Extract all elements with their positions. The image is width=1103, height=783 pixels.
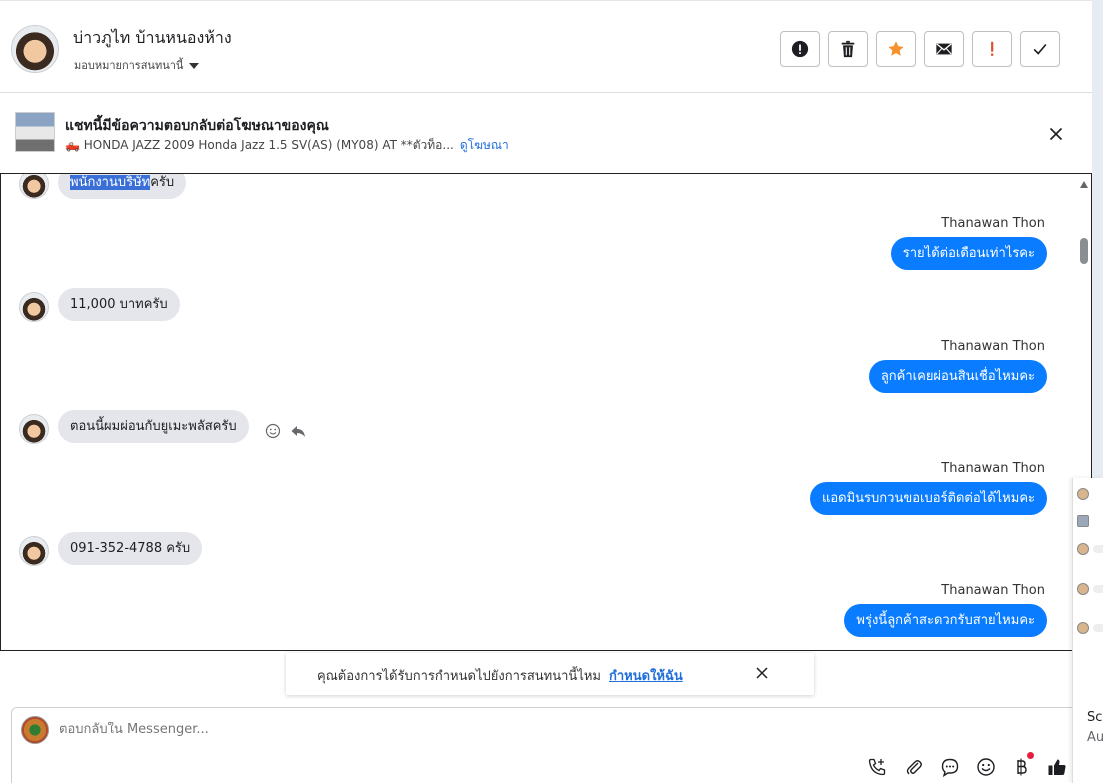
ad-reply-banner: แชทนี้มีข้อความตอบกลับต่อโฆษณาของคุณ 🛻 H…: [0, 93, 1092, 173]
incoming-message[interactable]: ตอนนี้ผมผ่อนกับยูเมะพลัสครับ: [58, 410, 249, 443]
ad-banner-title: แชทนี้มีข้อความตอบกลับต่อโฆษณาของคุณ: [65, 118, 329, 134]
conversation-header: บ่าวภูไท บ้านหนองห้าง มอบหมายการสนทนานี้: [0, 0, 1092, 93]
sender-name: Thanawan Thon: [941, 216, 1045, 231]
message-text: ครับ: [150, 175, 175, 190]
star-icon: [888, 41, 904, 56]
alert-circle-icon: [791, 40, 809, 58]
sender-name: Thanawan Thon: [941, 583, 1045, 598]
payment-button[interactable]: [1010, 756, 1032, 778]
baht-icon: [1017, 758, 1027, 776]
preview-row: [1077, 581, 1103, 597]
customer-avatar[interactable]: [19, 536, 49, 566]
contact-avatar[interactable]: [11, 25, 59, 73]
thumbs-up-icon: [1048, 759, 1066, 775]
preview-avatar: [1077, 622, 1089, 634]
contact-name[interactable]: บ่าวภูไท บ้านหนองห้าง: [73, 26, 232, 51]
follow-up-button[interactable]: [972, 31, 1012, 67]
reply-input[interactable]: [59, 722, 759, 737]
ad-thumbnail[interactable]: [15, 112, 55, 152]
ad-banner-subtitle: 🛻 HONDA JAZZ 2009 Honda Jazz 1.5 SV(AS) …: [65, 136, 509, 155]
preview-avatar: [1077, 543, 1089, 555]
smiley-icon: [977, 758, 995, 776]
customer-avatar[interactable]: [19, 174, 49, 199]
scroll-up-arrow-icon[interactable]: [1080, 181, 1088, 188]
preview-bubble: [1093, 585, 1103, 593]
message-thread[interactable]: พนักงานบริษัทครับ Thanawan Thon รายได้ต่…: [0, 173, 1092, 651]
chat-bubble-icon: [941, 758, 959, 777]
mark-done-button[interactable]: [1020, 31, 1060, 67]
preview-row: [1077, 541, 1103, 557]
reply-icon[interactable]: [290, 423, 306, 439]
customer-avatar[interactable]: [19, 292, 49, 322]
notification-dot: [1027, 752, 1034, 759]
preview-row: [1077, 620, 1103, 636]
paperclip-icon: [906, 760, 922, 775]
inbox-conversation-view: บ่าวภูไท บ้านหนองห้าง มอบหมายการสนทนานี้…: [0, 0, 1103, 783]
preview-bubble: [1093, 624, 1103, 632]
react-emoji-icon[interactable]: [265, 423, 281, 439]
mark-spam-button[interactable]: [780, 31, 820, 67]
outgoing-message[interactable]: พรุ่งนี้ลูกค้าสะดวกรับสายไหมคะ: [844, 604, 1047, 637]
exclamation-icon: [991, 41, 994, 56]
attach-button[interactable]: [903, 756, 925, 778]
preview-row: [1077, 486, 1103, 502]
caret-down-icon: [189, 63, 200, 69]
saved-replies-button[interactable]: [939, 756, 961, 778]
message-composer: [11, 707, 1081, 783]
phone-plus-icon: [868, 758, 886, 776]
envelope-icon: [936, 43, 952, 55]
incoming-message[interactable]: 091-352-4788 ครับ: [58, 532, 203, 565]
preview-row: [1077, 513, 1103, 529]
close-icon[interactable]: [1046, 124, 1066, 144]
incoming-message[interactable]: พนักงานบริษัทครับ: [58, 174, 187, 199]
outgoing-message[interactable]: รายได้ต่อเดือนเท่าไรคะ: [890, 237, 1047, 270]
star-button[interactable]: [876, 31, 916, 67]
delete-button[interactable]: [828, 31, 868, 67]
toast-message: คุณต้องการได้รับการกำหนดไปยังการสนทนานี้…: [317, 665, 683, 686]
side-preview-panel[interactable]: Scr Au: [1072, 478, 1103, 783]
scrollbar-thumb[interactable]: [1080, 238, 1088, 264]
mark-unread-button[interactable]: [924, 31, 964, 67]
toast-text: คุณต้องการได้รับการกำหนดไปยังการสนทนานี้…: [317, 669, 601, 684]
preview-text: Scr: [1087, 710, 1103, 725]
assign-suggestion-toast: คุณต้องการได้รับการกำหนดไปยังการสนทนานี้…: [286, 653, 814, 695]
sender-name: Thanawan Thon: [941, 461, 1045, 476]
preview-avatar: [1077, 488, 1089, 500]
assign-conversation-dropdown[interactable]: มอบหมายการสนทนานี้: [74, 56, 200, 74]
close-icon[interactable]: [754, 665, 770, 681]
emoji-button[interactable]: [975, 756, 997, 778]
check-icon: [1033, 43, 1047, 55]
outgoing-message[interactable]: แอดมินรบกวนขอเบอร์ติดต่อได้ไหมคะ: [809, 482, 1047, 515]
preview-avatar: [1077, 583, 1089, 595]
trash-icon: [841, 40, 855, 58]
view-ad-link[interactable]: ดูโฆษณา: [460, 138, 509, 152]
call-button[interactable]: [866, 756, 888, 778]
incoming-message[interactable]: 11,000 บาทครับ: [58, 288, 180, 321]
page-avatar: [21, 716, 49, 744]
sender-name: Thanawan Thon: [941, 339, 1045, 354]
like-button[interactable]: [1046, 756, 1068, 778]
preview-text: Au: [1087, 730, 1103, 745]
assign-label: มอบหมายการสนทนานี้: [74, 59, 184, 72]
ad-name: 🛻 HONDA JAZZ 2009 Honda Jazz 1.5 SV(AS) …: [65, 138, 454, 152]
outgoing-message[interactable]: ลูกค้าเคยผ่อนสินเชื่อไหมคะ: [868, 360, 1047, 393]
selected-text: พนักงานบริษัท: [70, 175, 151, 190]
assign-to-me-link[interactable]: กำหนดให้ฉัน: [609, 669, 683, 684]
customer-avatar[interactable]: [19, 414, 49, 444]
preview-bubble: [1093, 545, 1103, 553]
preview-ad-thumb: [1077, 515, 1089, 527]
